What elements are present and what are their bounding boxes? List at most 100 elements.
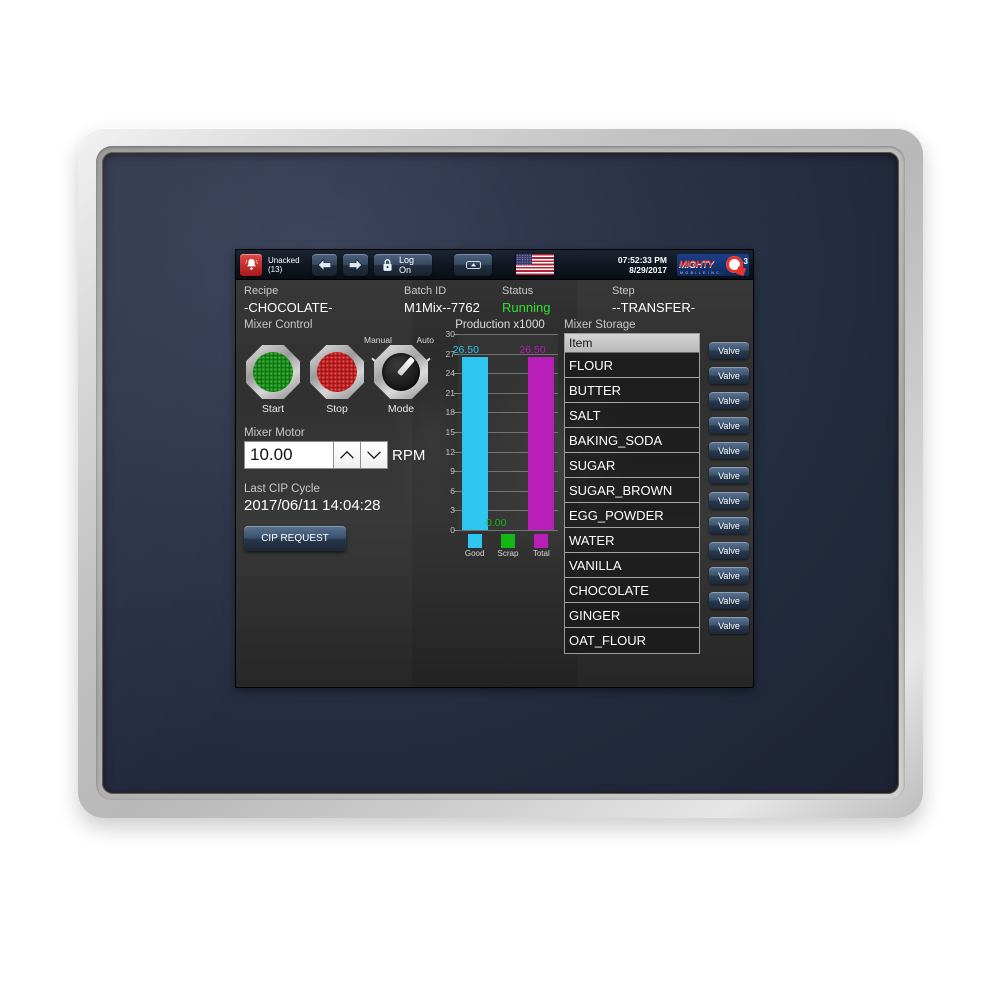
mixer-control-title: Mixer Control bbox=[244, 319, 313, 331]
green-lamp bbox=[253, 352, 293, 392]
chart-legend-swatch bbox=[500, 534, 515, 548]
chart-y-tick-label: 15 bbox=[445, 427, 455, 437]
cip-panel: Last CIP Cycle 2017/06/11 14:04:28 CIP R… bbox=[244, 483, 440, 551]
chart-y-tick-label: 3 bbox=[450, 505, 455, 516]
valve-button[interactable]: Valve bbox=[709, 342, 749, 359]
table-row[interactable]: FLOUR bbox=[565, 353, 699, 378]
rpm-unit-label: RPM bbox=[392, 446, 426, 464]
main-panels: Mixer Control Start Stop Manual Auto Mod… bbox=[236, 319, 753, 654]
start-button[interactable]: Start bbox=[244, 345, 302, 415]
valve-button[interactable]: Valve bbox=[709, 617, 749, 634]
alarm-status-text: Unacked (13) bbox=[268, 256, 306, 274]
valve-button[interactable]: Valve bbox=[709, 592, 749, 609]
table-row[interactable]: VANILLA bbox=[565, 553, 699, 578]
chart-data-label: 26.50 bbox=[452, 343, 479, 356]
flag-stars bbox=[516, 254, 532, 266]
logo-subtext: M O B I L E I N C . bbox=[680, 270, 723, 275]
log-on-button[interactable]: Log On bbox=[374, 253, 432, 276]
mode-auto-label: Auto bbox=[416, 335, 435, 345]
status-label: Status bbox=[502, 285, 534, 297]
alarm-unacked-label: Unacked bbox=[268, 255, 300, 265]
valve-button[interactable]: Valve bbox=[709, 517, 749, 534]
table-row[interactable]: SUGAR bbox=[565, 453, 699, 478]
mode-selector-label: Mode bbox=[387, 403, 415, 415]
valve-button[interactable]: Valve bbox=[709, 417, 749, 434]
chart-gridline: 0 bbox=[450, 525, 558, 535]
rpm-increment-button[interactable] bbox=[334, 441, 361, 469]
alarm-bell-glyph bbox=[244, 258, 258, 270]
chart-y-tick-label: 21 bbox=[445, 387, 455, 398]
chart-gridline: 30 bbox=[446, 329, 558, 339]
step-label: Step bbox=[612, 285, 635, 297]
log-on-label: Log On bbox=[399, 254, 415, 275]
chart-y-tick-label: 18 bbox=[445, 407, 455, 418]
table-row[interactable]: CHOCOLATE bbox=[565, 578, 699, 603]
chart-y-tick-label: 30 bbox=[445, 329, 455, 339]
green-pushbutton-icon bbox=[246, 345, 300, 399]
chart-legend: Good Scrap Total bbox=[458, 534, 560, 558]
logo-superscript: 3 bbox=[743, 256, 748, 266]
recipe-value: -CHOCOLATE- bbox=[244, 300, 333, 315]
batch-id-field: Batch ID M1Mix--7762 bbox=[404, 284, 502, 316]
chart-legend-label: Scrap bbox=[497, 549, 519, 558]
mixer-motor-setpoint-row: 10.00 RPM bbox=[244, 441, 440, 469]
cip-last-cycle-value: 2017/06/11 14:04:28 bbox=[244, 497, 381, 514]
step-field: Step --TRANSFER- bbox=[612, 284, 695, 316]
valve-button[interactable]: Valve bbox=[709, 367, 749, 384]
mixer-motor-panel: Mixer Motor 10.00 RPM bbox=[244, 427, 440, 469]
storage-table: Item FLOUR BUTTER SALT BAKING_SODA SUGAR SUGA… bbox=[564, 333, 700, 654]
table-row[interactable]: SALT bbox=[565, 403, 699, 428]
cip-request-button[interactable]: CIP REQUEST bbox=[244, 526, 346, 551]
chart-y-tick-label: 0 bbox=[450, 525, 455, 535]
status-badge: Running bbox=[502, 300, 551, 315]
table-row[interactable]: EGG_POWDER bbox=[565, 503, 699, 528]
valve-button[interactable]: Valve bbox=[709, 567, 749, 584]
mixer-control-buttons: Start Stop Manual Auto Mode bbox=[244, 335, 440, 415]
table-row[interactable]: OAT_FLOUR bbox=[565, 628, 699, 653]
production-chart-panel: Production x1000 30 27 24 21 18 15 12 9 6 3 0 26.5… bbox=[440, 319, 560, 654]
stop-button-label: Stop bbox=[326, 403, 348, 415]
table-row[interactable]: GINGER bbox=[565, 603, 699, 628]
flag-canton bbox=[516, 254, 532, 266]
alarm-unacked-count: (13) bbox=[268, 264, 283, 274]
mixer-storage-title: Mixer Storage bbox=[564, 319, 636, 331]
mode-selector[interactable]: Manual Auto Mode bbox=[364, 335, 434, 415]
status-field: Status Running bbox=[502, 284, 612, 316]
mixer-storage-panel: Mixer Storage Item FLOUR BUTTER SALT BAKING… bbox=[564, 319, 749, 654]
table-row[interactable]: BAKING_SODA bbox=[565, 428, 699, 453]
mixer-motor-title: Mixer Motor bbox=[244, 427, 305, 439]
chart-legend-swatch bbox=[534, 534, 549, 548]
valve-button-column: Valve Valve Valve Valve Valve Valve Valve Valve… bbox=[709, 342, 749, 642]
chart-plot-area: 30 27 24 21 18 15 12 9 6 3 0 26.50 0.00 26.50 bbox=[446, 329, 558, 535]
cip-title: Last CIP Cycle bbox=[244, 483, 320, 495]
chart-data-label: 0.00 bbox=[486, 517, 507, 529]
table-row[interactable]: BUTTER bbox=[565, 378, 699, 403]
valve-button[interactable]: Valve bbox=[709, 492, 749, 509]
alarm-bell-icon[interactable] bbox=[240, 253, 262, 276]
logo-wordmark: MIGHTY bbox=[679, 259, 714, 270]
valve-button[interactable]: Valve bbox=[709, 542, 749, 559]
eject-icon bbox=[465, 260, 481, 269]
chart-legend-item: Good bbox=[458, 534, 491, 558]
valve-button[interactable]: Valve bbox=[709, 442, 749, 459]
valve-button[interactable]: Valve bbox=[709, 392, 749, 409]
eject-button[interactable] bbox=[454, 253, 492, 276]
rpm-input[interactable]: 10.00 bbox=[244, 441, 334, 469]
stop-button[interactable]: Stop bbox=[308, 345, 366, 415]
valve-button[interactable]: Valve bbox=[709, 467, 749, 484]
toolbar: Unacked (13) Log On 07:52:33 PM 8/29/201… bbox=[236, 250, 753, 280]
clock-date: 8/29/2017 bbox=[629, 264, 667, 275]
rpm-decrement-button[interactable] bbox=[361, 441, 388, 469]
recipe-label: Recipe bbox=[244, 285, 279, 297]
back-button[interactable] bbox=[312, 253, 337, 276]
usa-flag-icon[interactable] bbox=[516, 254, 554, 275]
forward-button[interactable] bbox=[343, 253, 368, 276]
hmi-application-screen[interactable]: Unacked (13) Log On 07:52:33 PM 8/29/201… bbox=[236, 250, 753, 687]
storage-column-header: Item bbox=[565, 334, 699, 353]
step-value: --TRANSFER- bbox=[612, 300, 696, 315]
table-row[interactable]: SUGAR_BROWN bbox=[565, 478, 699, 503]
table-row[interactable]: WATER bbox=[565, 528, 699, 553]
chart-legend-label: Good bbox=[464, 549, 485, 558]
knob-dial bbox=[382, 353, 420, 391]
batch-id-label: Batch ID bbox=[404, 285, 447, 297]
